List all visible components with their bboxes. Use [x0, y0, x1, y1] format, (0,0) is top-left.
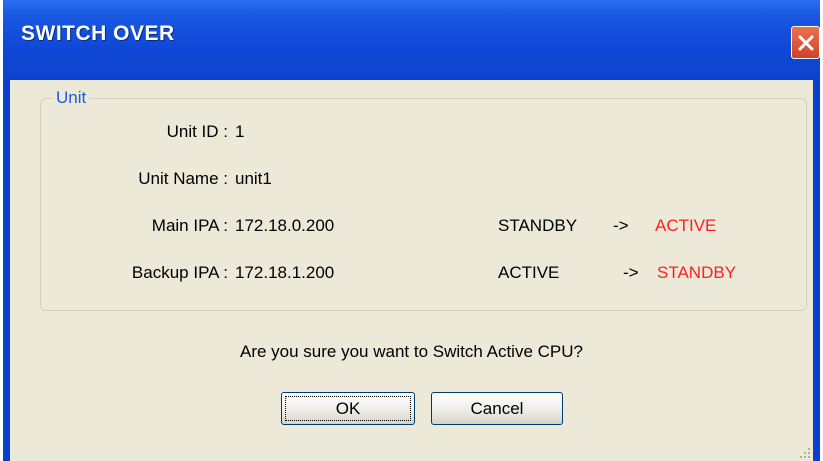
resize-grip-icon[interactable] — [799, 447, 811, 459]
close-icon — [798, 35, 813, 50]
dialog-title: SWITCH OVER — [21, 22, 175, 45]
ok-button[interactable]: OK — [281, 392, 415, 425]
unit-id-label: Unit ID : — [166, 122, 228, 141]
switch-over-dialog: SWITCH OVER Unit Unit ID : 1 Unit Name :… — [3, 0, 820, 461]
backup-ipa-label: Backup IPA : — [131, 263, 228, 282]
title-bar[interactable]: SWITCH OVER — [3, 0, 820, 80]
unit-name-label: Unit Name : — [138, 169, 228, 188]
cancel-button[interactable]: Cancel — [431, 392, 563, 425]
backup-current-state: ACTIVE — [498, 263, 560, 282]
main-ipa-value: 172.18.0.200 — [235, 216, 335, 235]
close-button[interactable] — [791, 26, 820, 59]
confirm-question: Are you sure you want to Switch Active C… — [240, 342, 583, 361]
unit-id-value: 1 — [235, 122, 245, 141]
main-ipa-label: Main IPA : — [151, 216, 228, 235]
main-current-state: STANDBY — [498, 216, 578, 235]
dialog-body: Unit Unit ID : 1 Unit Name : unit1 Main … — [10, 80, 813, 461]
main-arrow: -> — [613, 216, 629, 235]
unit-name-value: unit1 — [235, 169, 272, 188]
backup-arrow: -> — [623, 263, 639, 282]
backup-target-state: STANDBY — [657, 263, 737, 282]
main-target-state: ACTIVE — [655, 216, 717, 235]
unit-group-label: Unit — [53, 88, 90, 108]
focus-rect — [285, 396, 411, 421]
backup-ipa-value: 172.18.1.200 — [235, 263, 335, 282]
cancel-button-label: Cancel — [470, 398, 524, 418]
unit-groupbox: Unit Unit ID : 1 Unit Name : unit1 Main … — [40, 88, 807, 311]
